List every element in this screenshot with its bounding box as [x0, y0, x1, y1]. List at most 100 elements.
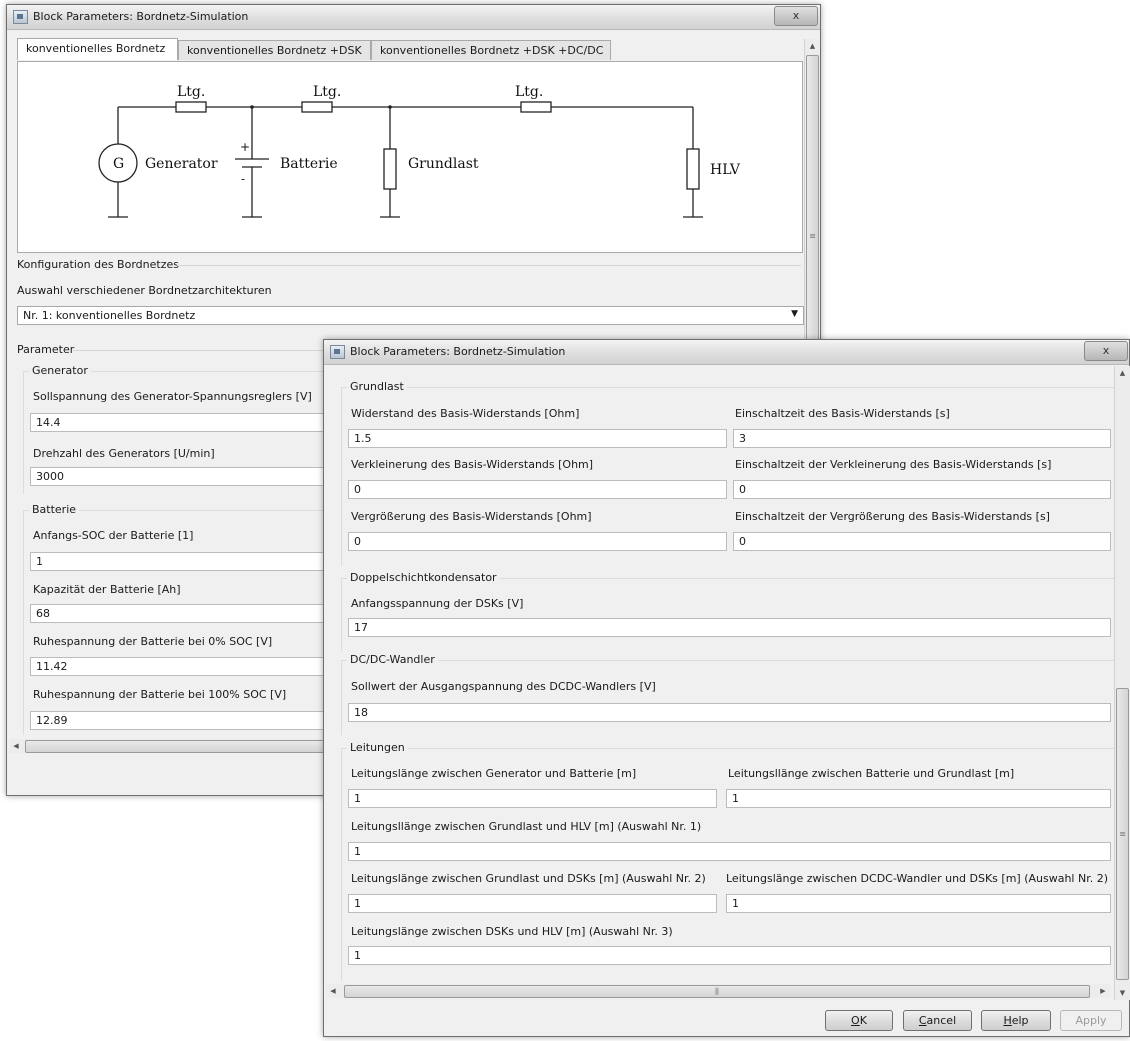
horizontal-scrollbar[interactable]: ◀ ⫼ ▶ [326, 984, 1110, 998]
soll-label: Sollspannung des Generator-Spannungsregl… [33, 390, 312, 403]
scroll-right-icon[interactable]: ▶ [1096, 984, 1110, 998]
resistor-hlv [686, 148, 700, 190]
resistor-ltg-3 [520, 101, 552, 113]
drehzahl-label: Drehzahl des Generators [U/min] [33, 447, 215, 460]
horizontal-scroll-thumb[interactable]: ⫼ [344, 985, 1090, 998]
dsk-hlv-field[interactable]: 1 [348, 946, 1111, 965]
tab-strip: konventionelles Bordnetz konventionelles… [17, 38, 807, 62]
config-group-title: Konfiguration des Bordnetzes [17, 258, 179, 271]
simulink-block-icon [330, 345, 345, 359]
close-button[interactable]: x [774, 6, 818, 26]
generator-label: Generator [145, 156, 218, 172]
ltg-label-2: Ltg. [313, 84, 341, 100]
tab-konventionelles-bordnetz-dsk-dcdc[interactable]: konventionelles Bordnetz +DSK +DC/DC [371, 40, 611, 60]
ltg-label-1: Ltg. [177, 84, 205, 100]
battery-plus-label: + [240, 140, 250, 154]
bat-grund-field[interactable]: 1 [726, 789, 1111, 808]
leitungen-group-title: Leitungen [347, 741, 408, 754]
dsk-anfang-label: Anfangsspannung der DSKs [V] [351, 597, 524, 610]
einschalt-vergroesserung-field[interactable]: 0 [733, 532, 1111, 551]
einschalt-verkleinerung-label: Einschaltzeit der Verkleinerung des Basi… [735, 458, 1052, 471]
ltg-label-3: Ltg. [515, 84, 543, 100]
dialog-window-front: Block Parameters: Bordnetz-Simulation x … [323, 339, 1130, 1037]
scroll-up-icon[interactable]: ▲ [805, 39, 820, 53]
close-button[interactable]: x [1084, 341, 1128, 361]
einschalt-vergroesserung-label: Einschaltzeit der Vergrößerung des Basis… [735, 510, 1050, 523]
dcdc-dsk-label: Leitungslänge zwischen DCDC-Wandler und … [726, 872, 1109, 885]
dcdc-soll-label: Sollwert der Ausgangspannung des DCDC-Wa… [351, 680, 656, 693]
vertical-scroll-thumb[interactable]: ≡ [1116, 688, 1129, 980]
grip-icon: ≡ [809, 231, 816, 241]
simulink-block-icon [13, 10, 28, 24]
einschalt-field[interactable]: 3 [733, 429, 1111, 448]
bat-grund-label: Leitungsllänge zwischen Batterie und Gru… [728, 767, 1015, 780]
widerstand-field[interactable]: 1.5 [348, 429, 727, 448]
horizontal-scroll-thumb[interactable] [25, 740, 327, 753]
dsk-hlv-label: Leitungslänge zwischen DSKs und HLV [m] … [351, 925, 673, 938]
resistor-ltg-1 [175, 101, 207, 113]
widerstand-label: Widerstand des Basis-Widerstands [Ohm] [351, 407, 580, 420]
ok-label: K [859, 1014, 867, 1027]
grund-dsk-field[interactable]: 1 [348, 894, 717, 913]
tab-konventionelles-bordnetz-dsk[interactable]: konventionelles Bordnetz +DSK [178, 40, 371, 60]
dsk-anfang-field[interactable]: 17 [348, 618, 1111, 637]
ok-mnemonic: O [851, 1014, 860, 1027]
window-title: Block Parameters: Bordnetz-Simulation [33, 10, 249, 23]
cancel-mnemonic: C [918, 1014, 927, 1027]
help-button[interactable]: Help [981, 1010, 1051, 1031]
hlv-label: HLV [710, 162, 741, 178]
kapazitaet-label: Kapazität der Batterie [Ah] [33, 583, 181, 596]
dcdc-group-box [341, 660, 1120, 735]
generator-group-title: Generator [29, 364, 91, 377]
battery-minus-label: - [241, 172, 245, 186]
grip-icon: ⫼ [715, 986, 719, 996]
circuit-diagram-panel: Ltg. Ltg. Ltg. G Generator + - Batterie … [17, 61, 803, 253]
config-group-line [177, 265, 801, 266]
einschalt-label: Einschaltzeit des Basis-Widerstands [s] [735, 407, 950, 420]
cancel-button[interactable]: Cancel [903, 1010, 972, 1031]
window-title: Block Parameters: Bordnetz-Simulation [350, 345, 566, 358]
help-mnemonic: H [1003, 1014, 1012, 1027]
batterie-label: Batterie [280, 156, 338, 172]
vergroesserung-label: Vergrößerung des Basis-Widerstands [Ohm] [351, 510, 592, 523]
ruhe100-label: Ruhespannung der Batterie bei 100% SOC [… [33, 688, 287, 701]
soc-label: Anfangs-SOC der Batterie [1] [33, 529, 194, 542]
verkleinerung-label: Verkleinerung des Basis-Widerstands [Ohm… [351, 458, 594, 471]
dcdc-soll-field[interactable]: 18 [348, 703, 1111, 722]
dsk-group-box [341, 578, 1120, 651]
grip-icon: ≡ [1119, 829, 1126, 839]
architecture-dropdown[interactable]: Nr. 1: konventionelles Bordnetz ▼ [17, 306, 804, 325]
grund-dsk-label: Leitungslänge zwischen Grundlast und DSK… [351, 872, 706, 885]
chevron-down-icon: ▼ [791, 309, 798, 319]
scroll-down-icon[interactable]: ▼ [1115, 986, 1130, 1000]
title-bar[interactable]: Block Parameters: Bordnetz-Simulation x [7, 5, 820, 30]
title-bar[interactable]: Block Parameters: Bordnetz-Simulation x [324, 340, 1129, 365]
verkleinerung-field[interactable]: 0 [348, 480, 727, 499]
generator-symbol-letter: G [113, 156, 124, 172]
gen-bat-field[interactable]: 1 [348, 789, 717, 808]
grund-hlv-field[interactable]: 1 [348, 842, 1111, 861]
vergroesserung-field[interactable]: 0 [348, 532, 727, 551]
grundlast-label: Grundlast [408, 156, 479, 172]
ruhe0-label: Ruhespannung der Batterie bei 0% SOC [V] [33, 635, 273, 648]
resistor-ltg-2 [301, 101, 333, 113]
dcdc-group-title: DC/DC-Wandler [347, 653, 438, 666]
grund-hlv-label: Leitungsllänge zwischen Grundlast und HL… [351, 820, 702, 833]
einschalt-verkleinerung-field[interactable]: 0 [733, 480, 1111, 499]
parameter-group-title: Parameter [17, 343, 75, 356]
resistor-grundlast [383, 148, 397, 190]
gen-bat-label: Leitungslänge zwischen Generator und Bat… [351, 767, 637, 780]
tab-konventionelles-bordnetz[interactable]: konventionelles Bordnetz [17, 38, 178, 60]
scroll-left-icon[interactable]: ◀ [326, 984, 340, 998]
scroll-up-icon[interactable]: ▲ [1115, 366, 1130, 380]
ok-button[interactable]: OK [825, 1010, 893, 1031]
grundlast-group-title: Grundlast [347, 380, 407, 393]
help-label: elp [1011, 1014, 1029, 1027]
vertical-scrollbar[interactable]: ▲ ≡ ▼ [1114, 366, 1130, 1000]
architecture-label: Auswahl verschiedener Bordnetzarchitektu… [17, 284, 272, 297]
apply-button[interactable]: Apply [1060, 1010, 1122, 1031]
dcdc-dsk-field[interactable]: 1 [726, 894, 1111, 913]
cancel-label: ancel [926, 1014, 957, 1027]
architecture-selected: Nr. 1: konventionelles Bordnetz [23, 309, 196, 322]
scroll-left-icon[interactable]: ◀ [9, 739, 23, 753]
